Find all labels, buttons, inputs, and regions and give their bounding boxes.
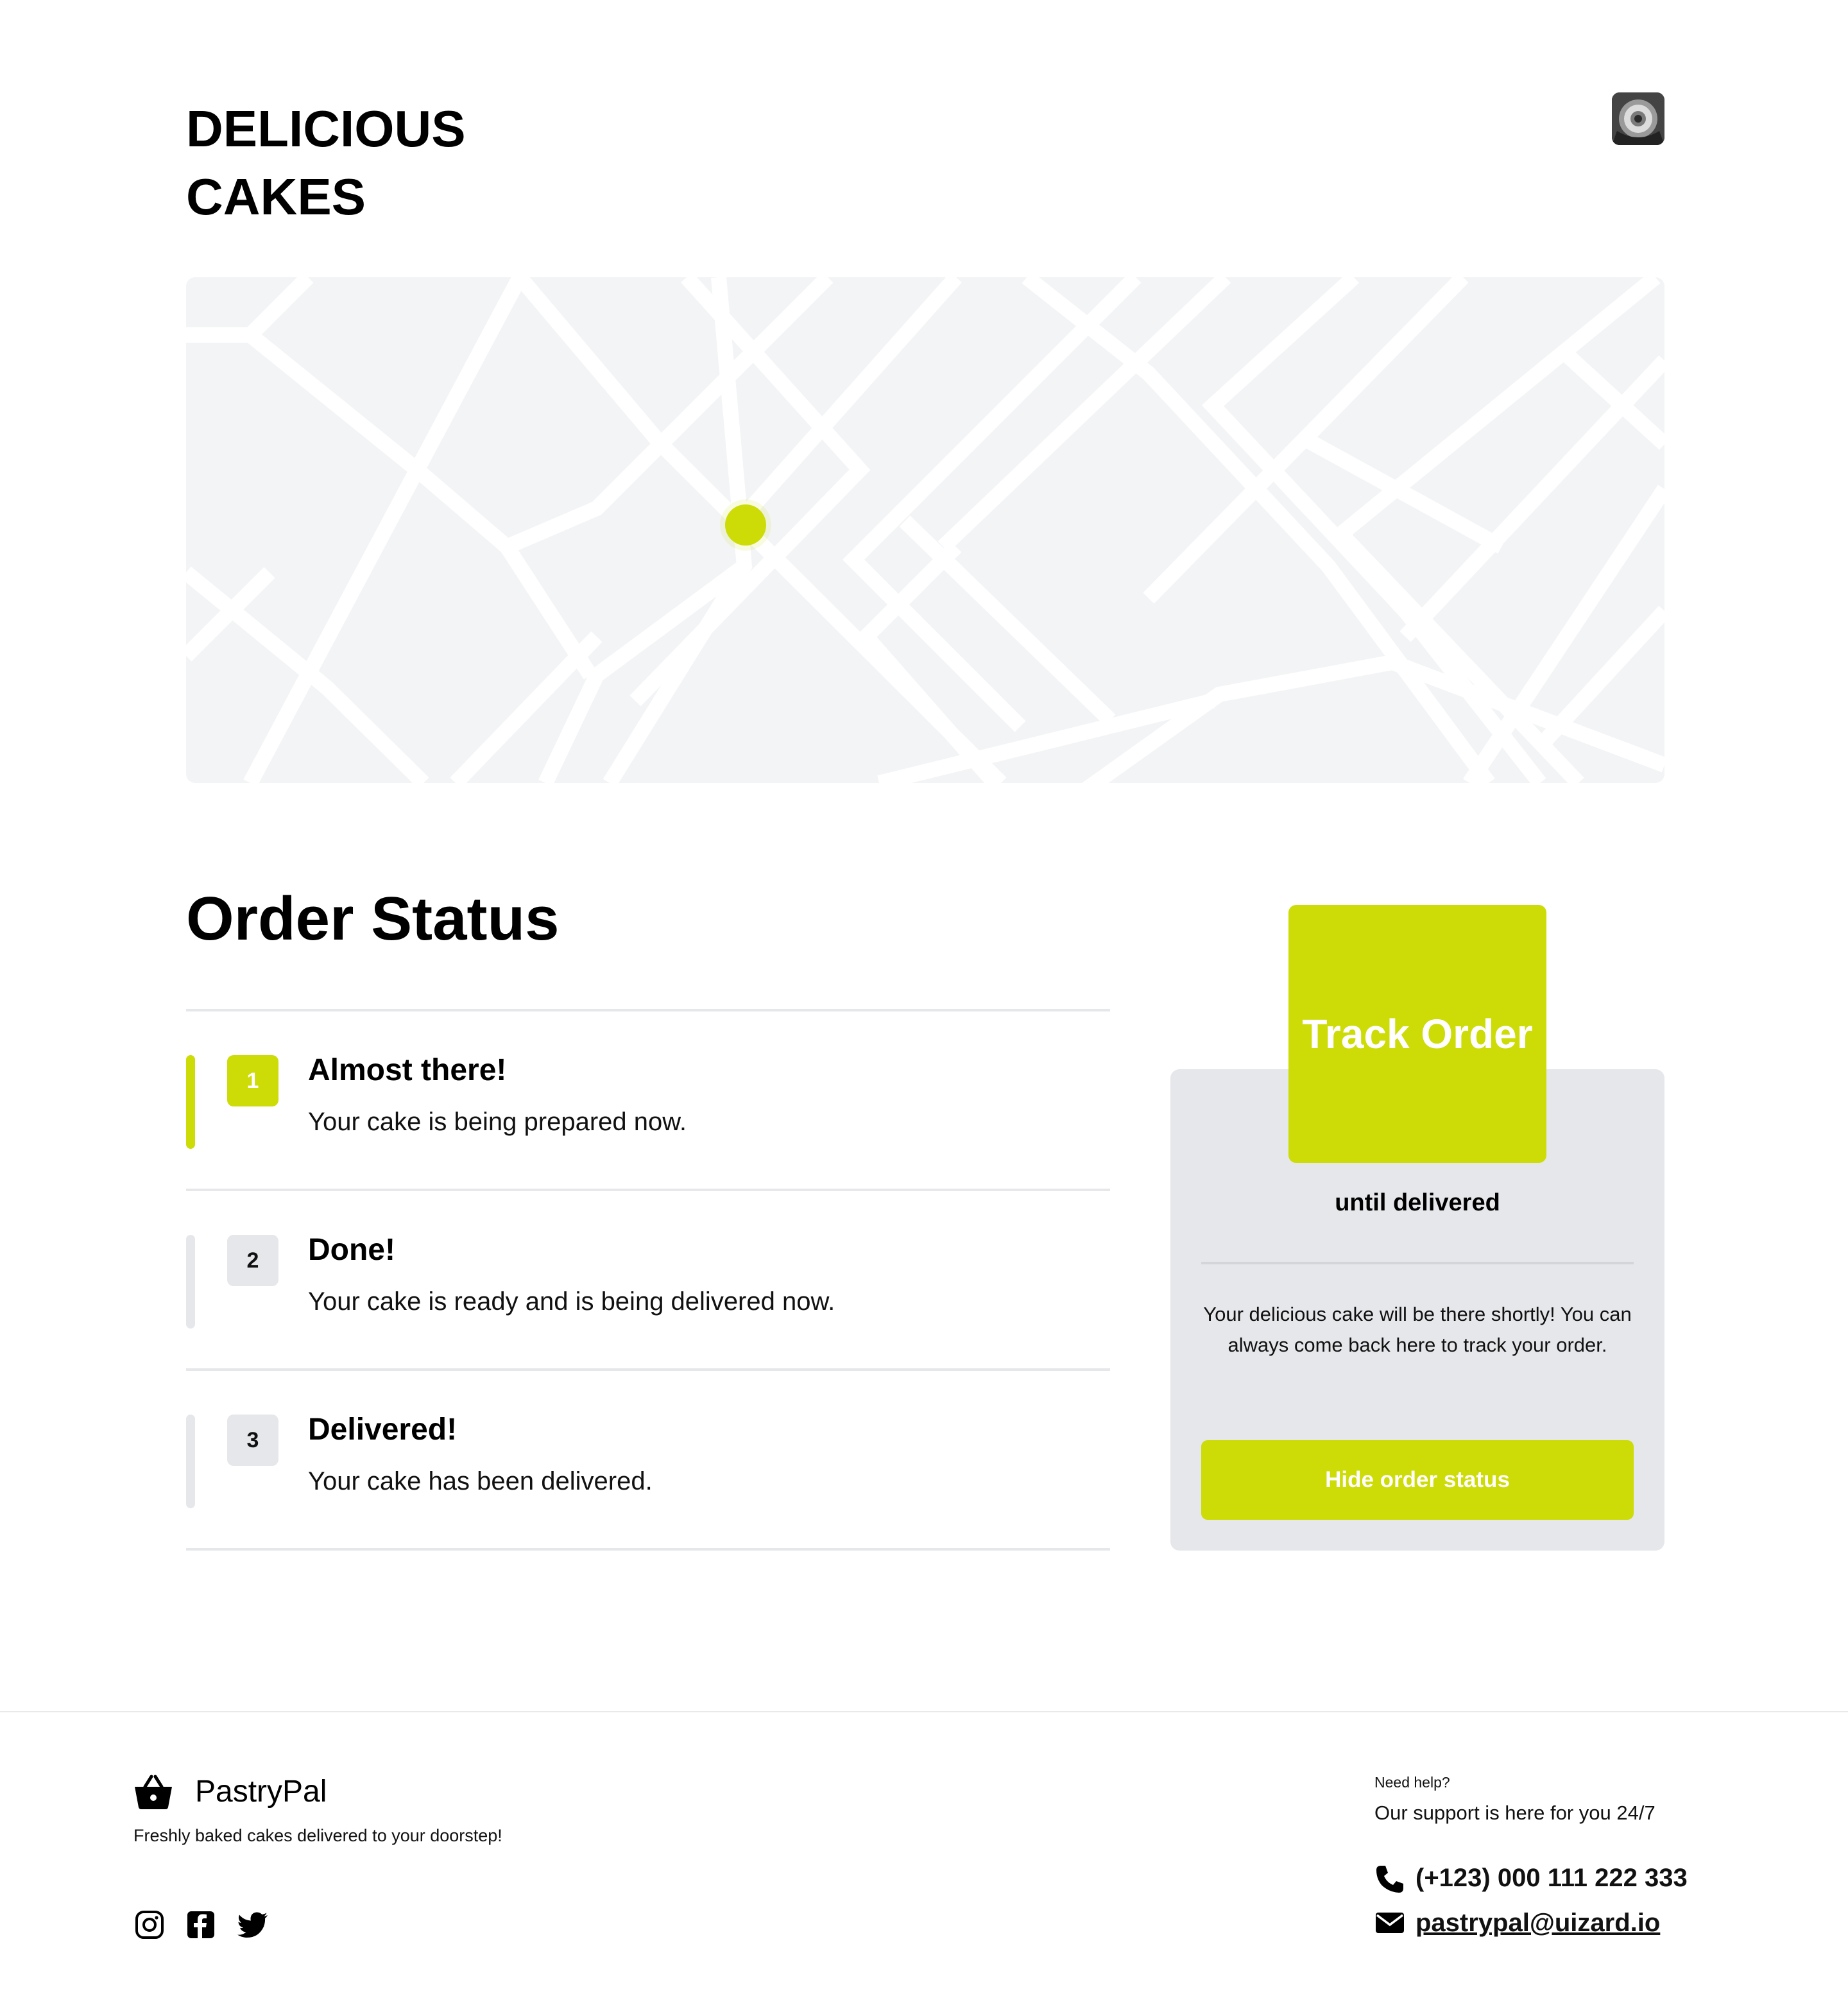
steps-divider (186, 1548, 1110, 1551)
phone-number[interactable]: (+123) 000 111 222 333 (1416, 1861, 1688, 1895)
order-step-2: 2 Done! Your cake is ready and is being … (186, 1191, 1110, 1368)
email-address[interactable]: pastrypal@uizard.io (1416, 1909, 1660, 1937)
step-number-badge: 2 (227, 1235, 278, 1286)
brand-title-line1: DELICIOUS (186, 100, 466, 157)
step-description: Your cake is ready and is being delivere… (308, 1287, 835, 1316)
brand-title-line2: CAKES (186, 168, 366, 225)
step-description: Your cake has been delivered. (308, 1467, 653, 1495)
order-status-title: Order Status (186, 884, 560, 953)
step-progress-bar (186, 1235, 195, 1329)
step-number-badge: 1 (227, 1055, 278, 1106)
help-text: Our support is here for you 24/7 (1374, 1802, 1656, 1824)
hide-order-status-button[interactable]: Hide order status (1201, 1440, 1634, 1520)
step-description: Your cake is being prepared now. (308, 1108, 687, 1136)
track-message: Your delicious cake will be there shortl… (1203, 1303, 1632, 1356)
facebook-icon[interactable] (186, 1910, 216, 1940)
order-steps-list: 1 Almost there! Your cake is being prepa… (186, 1009, 1110, 1551)
step-title: Done! (308, 1233, 395, 1267)
step-progress-bar (186, 1055, 195, 1149)
email-link[interactable]: pastrypal@uizard.io (1416, 1906, 1660, 1940)
track-subheadline: until delivered (1335, 1189, 1500, 1216)
map-streets (186, 277, 1664, 783)
order-step-3: 3 Delivered! Your cake has been delivere… (186, 1371, 1110, 1548)
step-title: Almost there! (308, 1053, 507, 1087)
instagram-icon[interactable] (135, 1910, 164, 1940)
brand-title: DELICIOUS CAKES (186, 95, 571, 231)
order-step-1: 1 Almost there! Your cake is being prepa… (186, 1011, 1110, 1189)
help-label: Need help? (1374, 1774, 1450, 1791)
track-order-tile: Track Order (1288, 905, 1546, 1163)
footer-tagline: Freshly baked cakes delivered to your do… (133, 1826, 502, 1845)
twitter-icon[interactable] (237, 1910, 268, 1940)
basket-icon (133, 1774, 173, 1810)
step-progress-bar (186, 1415, 195, 1508)
footer-divider (0, 1711, 1848, 1712)
mail-icon (1374, 1907, 1405, 1938)
card-divider (1201, 1262, 1634, 1264)
step-number-badge: 3 (227, 1415, 278, 1466)
delivery-map[interactable] (186, 277, 1664, 783)
user-avatar-icon[interactable] (1612, 92, 1664, 145)
location-pin-icon[interactable] (725, 504, 766, 546)
phone-icon (1374, 1864, 1405, 1895)
footer-brand-name[interactable]: PastryPal (195, 1773, 327, 1811)
step-title: Delivered! (308, 1413, 458, 1447)
